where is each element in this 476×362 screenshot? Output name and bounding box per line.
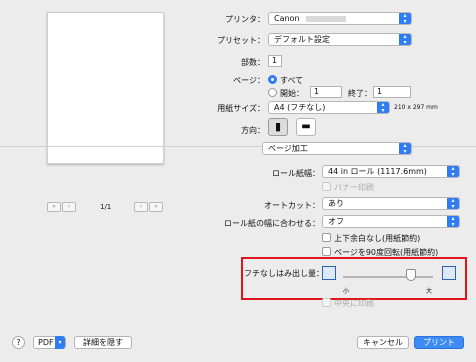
borderless-slider-track[interactable] (343, 276, 433, 278)
no-margin-checkbox[interactable] (322, 233, 331, 242)
borderless-label: フチなしはみ出し量： (244, 269, 324, 278)
printer-select[interactable]: Canon ▴ ▾ (268, 12, 412, 25)
paper-size-select[interactable]: A4 (フチなし) ▴ ▾ (268, 101, 390, 114)
roll-width-label: ロール紙幅： (272, 169, 320, 178)
pages-start-field[interactable]: 1 (310, 86, 342, 98)
prev-page-button[interactable]: ‹ (62, 202, 76, 212)
page-preview (47, 12, 164, 164)
pages-all-label: すべて (280, 76, 304, 85)
landscape-icon: ▬ (301, 121, 311, 132)
fit-roll-select[interactable]: オフ ▴ ▾ (322, 215, 460, 228)
pages-start-label: 開始： (280, 89, 304, 98)
pages-all-radio[interactable] (268, 75, 277, 84)
autocut-value: あり (328, 199, 344, 208)
rotate90-checkbox[interactable] (322, 247, 331, 256)
fit-roll-value: オフ (328, 217, 344, 226)
orientation-label: 方向： (241, 126, 265, 135)
landscape-orientation-button[interactable]: ▬ (296, 118, 316, 136)
print-dialog: « ‹ 1/1 › » プリンタ： Canon ▴ ▾ プリセット： デフォルト設… (0, 0, 476, 362)
print-button[interactable]: プリント (414, 336, 464, 349)
slider-min-label: 小 (343, 288, 350, 295)
borderless-slider-thumb[interactable] (405, 269, 416, 281)
copies-field[interactable]: 1 (268, 55, 282, 67)
paper-dimensions: 210 x 297 mm (394, 104, 438, 111)
updown-icon: ▴ ▾ (447, 166, 459, 177)
preset-select[interactable]: デフォルト設定 ▴ ▾ (268, 33, 412, 46)
cancel-button[interactable]: キャンセル (357, 336, 409, 349)
last-page-button[interactable]: » (149, 202, 163, 212)
pages-end-field[interactable]: 1 (373, 86, 411, 98)
updown-icon: ▴ ▾ (399, 13, 411, 24)
preset-label: プリセット： (217, 36, 265, 45)
pdf-label: PDF (38, 338, 54, 347)
panel-select[interactable]: ページ加工 ▴ ▾ (262, 142, 412, 155)
next-page-button[interactable]: › (134, 202, 148, 212)
large-extension-icon (442, 266, 456, 280)
portrait-icon: ▮ (274, 120, 282, 133)
no-margin-label: 上下余白なし(用紙節約) (334, 234, 421, 243)
pages-end-label: 終了： (348, 89, 372, 98)
printer-label: プリンタ： (225, 15, 265, 24)
roll-width-value: 44 in ロール (1117.6mm) (328, 167, 427, 176)
copies-label: 部数： (241, 58, 265, 67)
banner-checkbox[interactable] (322, 182, 331, 191)
center-checkbox[interactable] (322, 298, 331, 307)
paper-size-label: 用紙サイズ： (217, 104, 265, 113)
page-counter: 1/1 (100, 203, 112, 211)
autocut-label: オートカット： (264, 201, 320, 210)
printer-value: Canon (274, 14, 300, 23)
help-button[interactable]: ? (12, 336, 25, 349)
slider-max-label: 大 (426, 288, 433, 295)
pages-label: ページ： (233, 76, 265, 85)
portrait-orientation-button[interactable]: ▮ (268, 118, 288, 136)
small-extension-icon (322, 266, 336, 280)
updown-icon: ▴ ▾ (447, 198, 459, 209)
panel-value: ページ加工 (268, 144, 308, 153)
updown-icon: ▴ ▾ (399, 34, 411, 45)
hide-details-button[interactable]: 詳細を隠す (74, 336, 132, 349)
pages-range-radio[interactable] (268, 88, 277, 97)
updown-icon: ▴ ▾ (399, 143, 411, 154)
first-page-button[interactable]: « (47, 202, 61, 212)
center-label: 中央に印刷 (334, 299, 374, 308)
pdf-menu-button[interactable]: PDF ▾ (33, 336, 66, 349)
paper-size-value: A4 (フチなし) (274, 103, 326, 112)
updown-icon: ▴ ▾ (447, 216, 459, 227)
fit-roll-label: ロール紙の幅に合わせる： (224, 219, 320, 228)
autocut-select[interactable]: あり ▴ ▾ (322, 197, 460, 210)
printer-model-redacted (306, 15, 347, 22)
chevron-down-icon: ▾ (55, 336, 65, 349)
banner-label: バナー印刷 (334, 183, 374, 192)
updown-icon: ▴ ▾ (377, 102, 389, 113)
preset-value: デフォルト設定 (274, 35, 330, 44)
roll-width-select[interactable]: 44 in ロール (1117.6mm) ▴ ▾ (322, 165, 460, 178)
